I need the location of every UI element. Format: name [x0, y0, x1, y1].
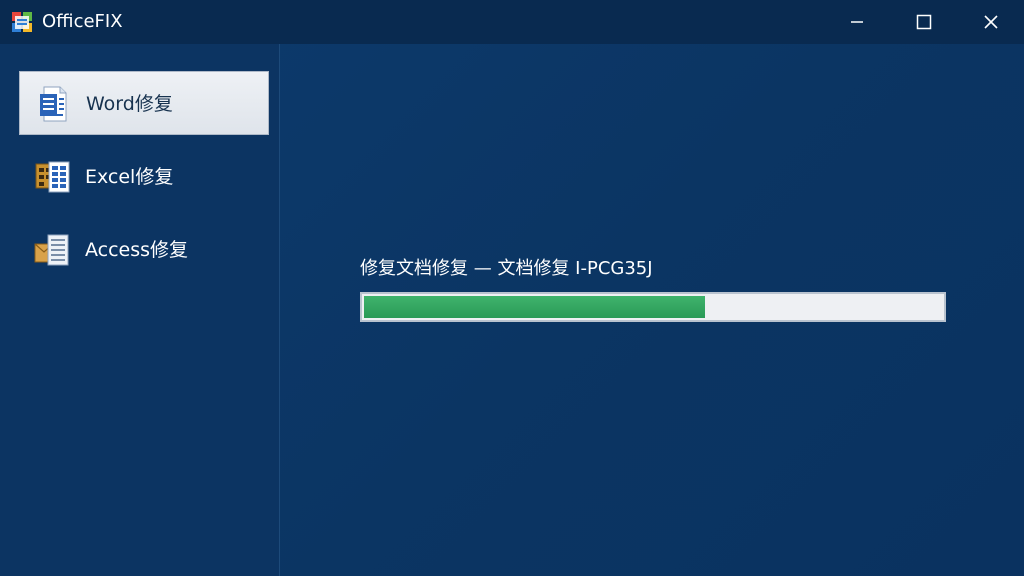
window-title: OfficeFIX [42, 11, 123, 32]
sidebar-item-excel-repair[interactable]: Excel修复 [19, 145, 269, 209]
main-content: 修复文档修复 — 文档修复 I-PCG35J [281, 44, 1024, 576]
minimize-icon [849, 14, 865, 30]
title-bar: OfficeFIX [0, 0, 1024, 44]
officefix-logo-icon [11, 11, 33, 33]
sidebar: Word修复 Excel修复 Access修复 [0, 44, 280, 576]
maximize-button[interactable] [891, 0, 957, 44]
progress-fill [364, 296, 705, 318]
sidebar-item-word-repair[interactable]: Word修复 [19, 71, 269, 135]
sidebar-item-label: Excel修复 [85, 166, 174, 188]
close-icon [983, 14, 999, 30]
excel-spreadsheet-icon [33, 157, 73, 197]
officefix-window: OfficeFIX Word修复 Excel修复 Access修复 修复文档修复… [0, 0, 1024, 576]
maximize-icon [916, 14, 932, 30]
close-button[interactable] [958, 0, 1024, 44]
minimize-button[interactable] [824, 0, 890, 44]
sidebar-item-label: Access修复 [85, 239, 189, 261]
word-document-icon [34, 84, 74, 124]
sidebar-item-access-repair[interactable]: Access修复 [19, 218, 269, 282]
repair-progress-bar [360, 292, 946, 322]
access-database-icon [33, 230, 73, 270]
repair-status-text: 修复文档修复 — 文档修复 I-PCG35J [360, 258, 653, 279]
sidebar-item-label: Word修复 [86, 93, 173, 115]
